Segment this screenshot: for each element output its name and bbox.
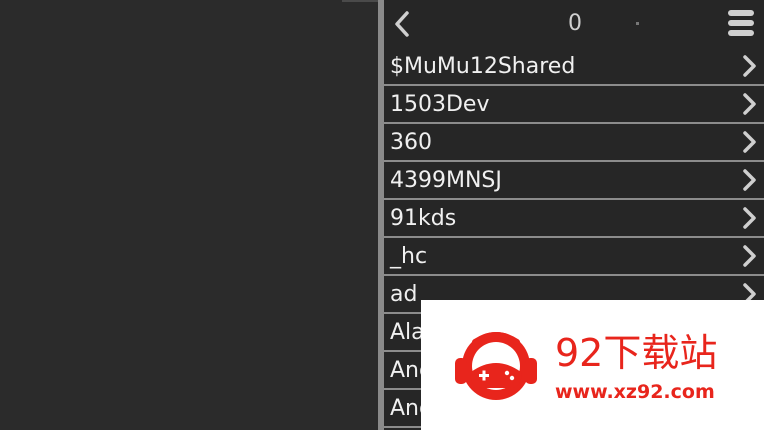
browser-header: 0 bbox=[384, 0, 764, 48]
chevron-right-icon bbox=[743, 55, 756, 77]
chevron-right-icon bbox=[743, 131, 756, 153]
left-pane bbox=[0, 0, 378, 430]
list-item-label: 360 bbox=[390, 130, 432, 155]
chevron-left-icon bbox=[395, 11, 409, 37]
list-item-label: 1503Dev bbox=[390, 92, 490, 117]
watermark-title: 92下载站 bbox=[555, 331, 718, 375]
list-item-label: Ala bbox=[390, 320, 425, 345]
watermark-overlay: 92下载站 www.xz92.com bbox=[421, 300, 764, 430]
menu-icon bbox=[728, 10, 754, 16]
list-item[interactable]: 91kds bbox=[384, 200, 764, 238]
top-notch bbox=[342, 0, 382, 2]
list-item[interactable]: $MuMu12Shared bbox=[384, 48, 764, 86]
list-item[interactable]: _hc bbox=[384, 238, 764, 276]
back-button[interactable] bbox=[388, 8, 416, 40]
list-item[interactable]: 360 bbox=[384, 124, 764, 162]
header-dot bbox=[636, 22, 639, 25]
list-item-label: 4399MNSJ bbox=[390, 168, 502, 193]
list-item-label: _hc bbox=[390, 244, 428, 269]
list-item[interactable]: 4399MNSJ bbox=[384, 162, 764, 200]
list-item[interactable]: 1503Dev bbox=[384, 86, 764, 124]
list-item-label: 91kds bbox=[390, 206, 457, 231]
gamepad-mascot-logo bbox=[455, 332, 537, 400]
chevron-right-icon bbox=[743, 169, 756, 191]
chevron-right-icon bbox=[743, 93, 756, 115]
chevron-right-icon bbox=[743, 245, 756, 267]
list-item-label: $MuMu12Shared bbox=[390, 54, 576, 79]
item-count: 0 bbox=[568, 11, 582, 36]
menu-button[interactable] bbox=[726, 10, 756, 38]
chevron-right-icon bbox=[743, 207, 756, 229]
watermark-url: www.xz92.com bbox=[555, 381, 715, 403]
list-item-label: ad bbox=[390, 282, 418, 307]
